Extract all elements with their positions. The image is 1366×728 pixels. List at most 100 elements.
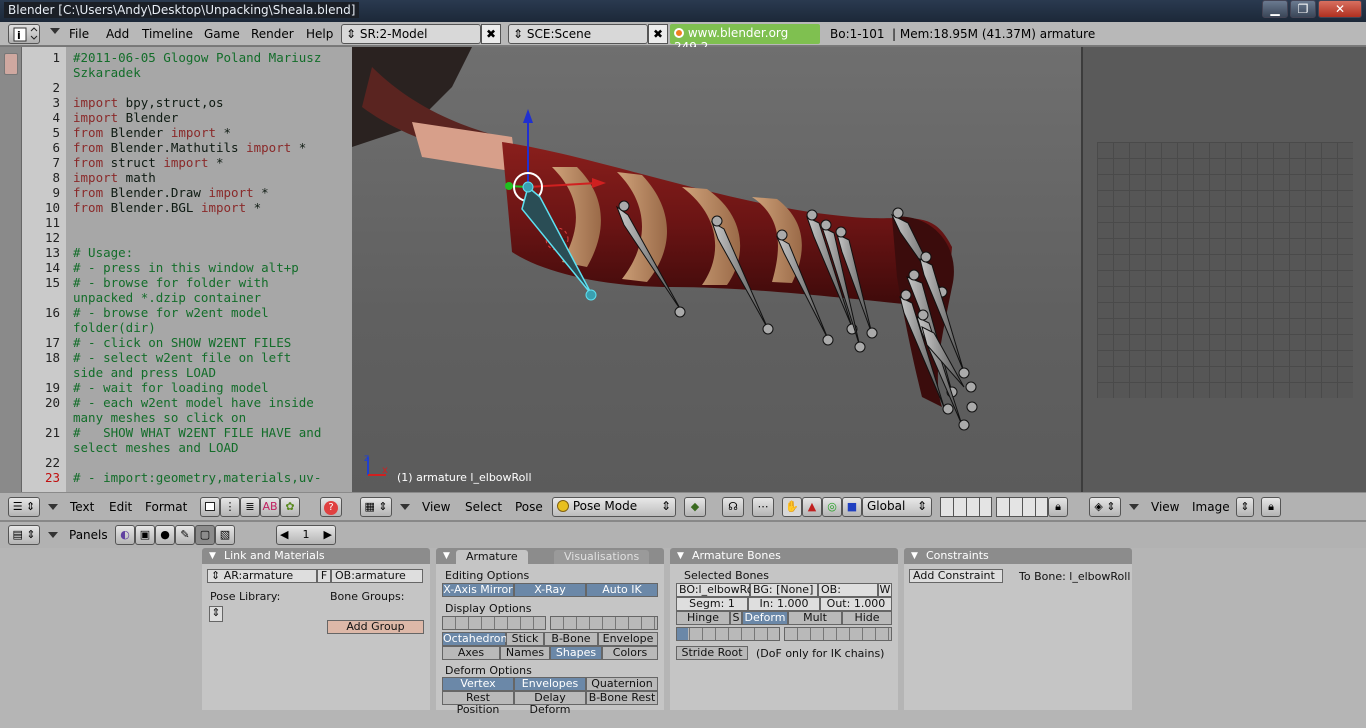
scene-selector[interactable]: ⇕ SCE:Scene <box>508 24 648 44</box>
ease-in-field[interactable]: In: 1.000 <box>748 597 820 611</box>
image-lock-button[interactable]: 🔒︎ <box>1261 497 1281 517</box>
collapse-triangle-icon[interactable]: ▼ <box>677 551 684 561</box>
ease-out-field[interactable]: Out: 1.000 <box>820 597 892 611</box>
translate-manipulator[interactable]: ▲ <box>802 497 822 517</box>
collapse-triangle-icon[interactable]: ▼ <box>911 551 918 561</box>
code-line[interactable]: # - import:geometry,materials,uv- <box>73 470 321 485</box>
frame-next-icon[interactable]: ▶ <box>324 526 335 544</box>
word-wrap-toggle[interactable]: ≣ <box>240 497 260 517</box>
code-line[interactable]: # SHOW WHAT W2ENT FILE HAVE and <box>73 425 321 440</box>
stride-root-button[interactable]: Stride Root <box>676 646 748 660</box>
object-context-button[interactable]: ✎ <box>175 525 195 545</box>
editing-context-button[interactable]: ▢ <box>195 525 215 545</box>
text-scrollbar-thumb[interactable] <box>4 53 18 75</box>
menu-pose[interactable]: Pose <box>515 500 543 514</box>
image-editor[interactable] <box>1081 47 1366 492</box>
code-line[interactable]: # Usage: <box>73 245 133 260</box>
collapse-menu-icon[interactable] <box>400 504 410 510</box>
code-line[interactable]: folder(dir) <box>73 320 156 335</box>
code-line[interactable]: # - browse for folder with <box>73 275 269 290</box>
code-line[interactable]: from Blender.Mathutils import * <box>73 140 306 155</box>
vertex-groups-button[interactable]: Vertex Groups <box>442 677 514 702</box>
wire-button[interactable]: W <box>878 583 892 597</box>
layer-buttons-2[interactable] <box>996 497 1048 517</box>
minimize-button[interactable]: ▁ <box>1262 0 1288 18</box>
code-line[interactable]: from Blender.BGL import * <box>73 200 261 215</box>
3d-editor-type-button[interactable]: ▦ ⇕ <box>360 497 392 517</box>
code-line[interactable]: from Blender.Draw import * <box>73 185 269 200</box>
add-group-button[interactable]: Add Group <box>327 620 424 634</box>
custom-shape-field[interactable]: OB: <box>818 583 878 597</box>
axes-button[interactable]: Axes <box>442 646 500 660</box>
bone-layers-2[interactable] <box>550 616 658 630</box>
code-line[interactable]: #2011-06-05 Glogow Poland Mariusz <box>73 50 321 65</box>
image-browse-button[interactable]: ⇕ <box>1236 497 1254 517</box>
delay-deform-button[interactable]: Delay Deform <box>514 691 586 716</box>
buttons-editor-type-button[interactable]: ▤ ⇕ <box>8 525 40 545</box>
pose-library-browse[interactable]: ⇕ <box>209 606 223 622</box>
stick-button[interactable]: Stick <box>506 632 544 646</box>
screen-selector[interactable]: ⇕ SR:2-Model <box>341 24 481 44</box>
text-editor-type-button[interactable]: ☰ ⇕ <box>8 497 40 517</box>
code-line[interactable]: import math <box>73 170 156 185</box>
auto-ik-button[interactable]: Auto IK <box>586 583 658 597</box>
code-line[interactable]: from Blender import * <box>73 125 231 140</box>
logic-context-button[interactable]: ◐ <box>115 525 135 545</box>
code-line[interactable]: # - browse for w2ent model <box>73 305 269 320</box>
text-editor[interactable]: 1 2 3 4 5 6 7 8 9 10 11 12 13 14 15 16 17 18 19 20 21 22 23 #2… <box>0 47 352 492</box>
tab-armature[interactable]: Armature <box>456 550 528 564</box>
octahedron-button[interactable]: Octahedron <box>442 632 507 646</box>
collapse-menu-icon[interactable] <box>48 532 58 538</box>
tab-visualisations[interactable]: Visualisations <box>554 550 650 564</box>
menu-game[interactable]: Game <box>204 27 240 41</box>
bone-layers-2[interactable] <box>784 627 892 641</box>
frame-prev-icon[interactable]: ◀ <box>277 526 288 544</box>
menu-help[interactable]: Help <box>306 27 333 41</box>
shapes-button[interactable]: Shapes <box>550 646 602 660</box>
image-editor-type-button[interactable]: ◈ ⇕ <box>1089 497 1121 517</box>
delete-screen-button[interactable]: ✖ <box>481 24 501 44</box>
manipulator-toggle[interactable]: ✋ <box>782 497 802 517</box>
maximize-button[interactable]: ❐ <box>1290 0 1316 18</box>
scale-manipulator[interactable]: ■ <box>842 497 862 517</box>
draw-type-button[interactable]: ◆ <box>684 497 706 517</box>
code-line[interactable]: # - click on SHOW W2ENT FILES <box>73 335 291 350</box>
envelope-button[interactable]: Envelope <box>598 632 658 646</box>
lock-layers-button[interactable]: 🔒︎ <box>1048 497 1068 517</box>
collapse-menu-icon[interactable] <box>50 28 60 34</box>
b-bone-button[interactable]: B-Bone <box>544 632 598 646</box>
bone-name-field[interactable]: BO:l_elbowRoll <box>676 583 760 597</box>
text-menu-format[interactable]: Format <box>145 500 187 514</box>
text-scrollbar[interactable] <box>0 47 22 492</box>
code-line[interactable]: unpacked *.dzip container <box>73 290 261 305</box>
code-line[interactable]: Szkaradek <box>73 65 141 80</box>
collapse-menu-icon[interactable] <box>48 504 58 510</box>
orientation-selector[interactable]: Global ⇕ <box>862 497 932 517</box>
collapse-menu-icon[interactable] <box>1129 504 1139 510</box>
python-plugin-toggle[interactable]: ✿ <box>280 497 300 517</box>
panel-title[interactable]: ▼ Armature Bones <box>670 548 898 564</box>
syntax-highlight-toggle[interactable]: AB <box>260 497 280 517</box>
collapse-triangle-icon[interactable]: ▼ <box>209 551 216 561</box>
code-line[interactable]: from struct import * <box>73 155 224 170</box>
layer-buttons-1[interactable] <box>940 497 992 517</box>
names-button[interactable]: Names <box>500 646 550 660</box>
shading-context-button[interactable]: ● <box>155 525 175 545</box>
code-line[interactable]: # - each w2ent model have inside <box>73 395 314 410</box>
code-line[interactable]: import bpy,struct,os <box>73 95 224 110</box>
bone-layers-1[interactable] <box>442 616 546 630</box>
quaternion-button[interactable]: Quaternion <box>586 677 658 691</box>
hinge-button[interactable]: Hinge <box>676 611 730 625</box>
blender-link[interactable]: www.blender.org 249.2 <box>670 24 820 54</box>
bone-layers-1[interactable] <box>676 627 780 641</box>
script-context-button[interactable]: ▣ <box>135 525 155 545</box>
3d-viewport[interactable]: z x (1) armature l_elbowRoll <box>352 47 1081 492</box>
menu-timeline[interactable]: Timeline <box>142 27 193 41</box>
fake-user-button[interactable]: F <box>317 569 331 583</box>
image-menu-view[interactable]: View <box>1151 500 1179 514</box>
armature-datablock-field[interactable]: ⇕ AR:armature <box>207 569 317 583</box>
panel-title[interactable]: ▼ Link and Materials <box>202 548 430 564</box>
code-line[interactable]: # - press in this window alt+p <box>73 260 299 275</box>
deform-button[interactable]: Deform <box>742 611 788 625</box>
fullscreen-toggle[interactable] <box>200 497 220 517</box>
